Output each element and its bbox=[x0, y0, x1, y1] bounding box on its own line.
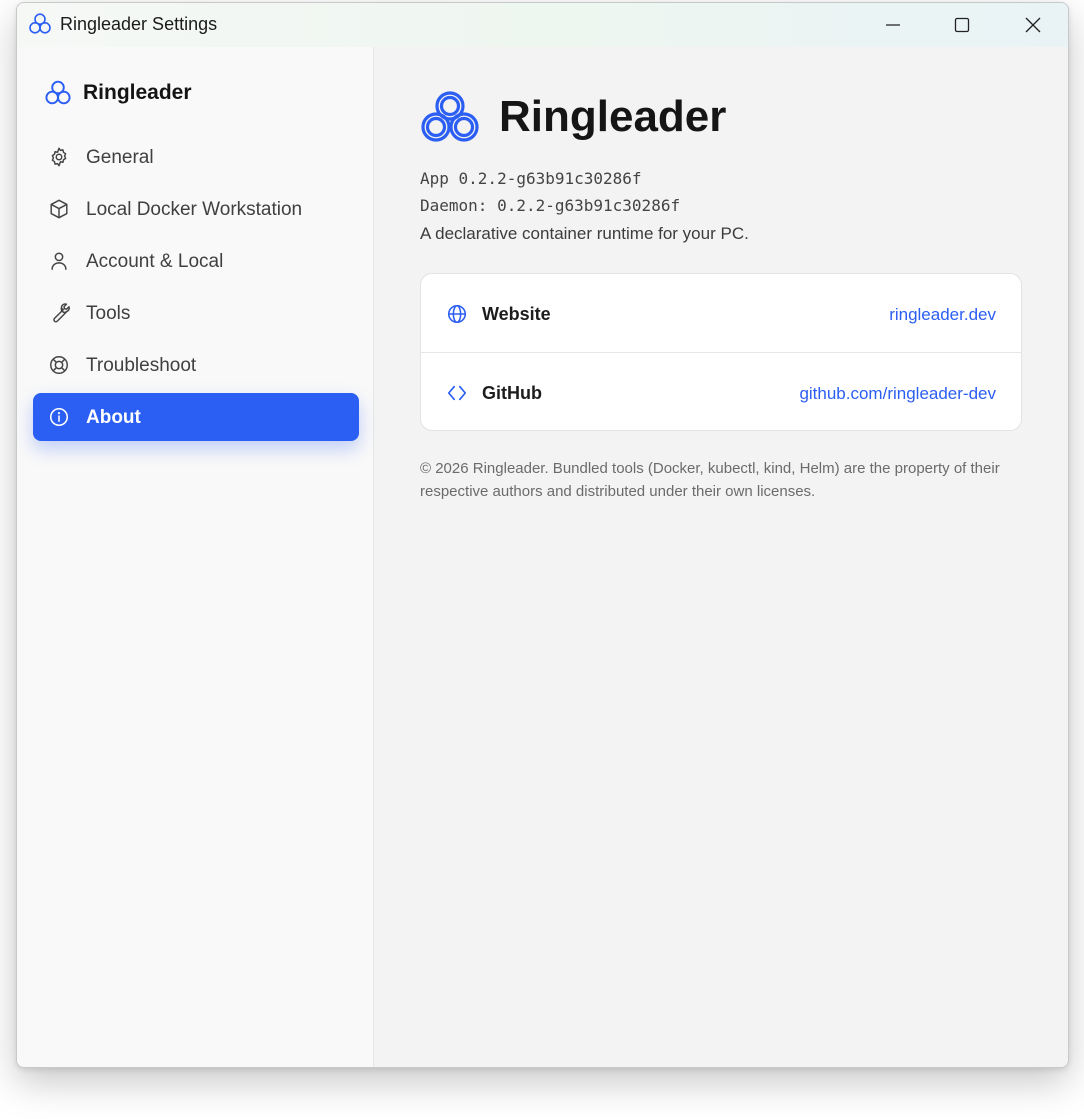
window-title: Ringleader Settings bbox=[60, 14, 218, 34]
sidebar-nav: General Local Docker Workstation Account… bbox=[33, 133, 359, 445]
sidebar-item-troubleshoot[interactable]: Troubleshoot bbox=[33, 341, 359, 389]
sidebar-item-label: Tools bbox=[86, 303, 131, 324]
about-header: Ringleader bbox=[419, 89, 726, 145]
maximize-icon bbox=[954, 17, 970, 33]
website-label: Website bbox=[482, 304, 551, 324]
sidebar-item-label: About bbox=[86, 407, 141, 428]
sidebar-brand: Ringleader bbox=[44, 79, 192, 107]
gear-icon bbox=[48, 146, 70, 168]
minimize-icon bbox=[886, 24, 900, 26]
sidebar-item-local-docker-workstation[interactable]: Local Docker Workstation bbox=[33, 185, 359, 233]
about-panel: Ringleader App 0.2.2-g63b91c30286f Daemo… bbox=[374, 47, 1068, 1067]
links-card: Website ringleader.dev GitHub github.com… bbox=[420, 273, 1022, 431]
sidebar-item-account-local[interactable]: Account & Local bbox=[33, 237, 359, 285]
sidebar-item-tools[interactable]: Tools bbox=[33, 289, 359, 337]
app-version: App 0.2.2-g63b91c30286f bbox=[420, 169, 642, 188]
app-description: A declarative container runtime for your… bbox=[420, 224, 749, 243]
wrench-icon bbox=[48, 302, 70, 324]
sidebar-item-general[interactable]: General bbox=[33, 133, 359, 181]
sidebar-item-label: Troubleshoot bbox=[86, 355, 197, 376]
legal-notice: © 2026 Ringleader. Bundled tools (Docker… bbox=[420, 460, 1000, 500]
website-row: Website ringleader.dev bbox=[421, 274, 1021, 351]
sidebar: Ringleader General Local Docker Workstat… bbox=[17, 47, 374, 1067]
sidebar-item-label: General bbox=[86, 147, 154, 168]
lifebuoy-icon bbox=[48, 354, 70, 376]
user-icon bbox=[48, 250, 70, 272]
sidebar-brand-name: Ringleader bbox=[83, 81, 192, 104]
website-link[interactable]: ringleader.dev bbox=[889, 305, 996, 325]
sidebar-item-label: Local Docker Workstation bbox=[86, 199, 303, 220]
app-logo-icon bbox=[29, 13, 51, 34]
title-bar[interactable]: Ringleader Settings bbox=[17, 3, 1068, 47]
close-button[interactable] bbox=[1010, 3, 1056, 47]
about-title: Ringleader bbox=[499, 92, 727, 141]
sidebar-item-label: Account & Local bbox=[86, 251, 224, 272]
brand-logo-icon bbox=[45, 80, 71, 105]
settings-window: Ringleader Settings Ringleader General L… bbox=[16, 2, 1069, 1068]
github-row: GitHub github.com/ringleader-dev bbox=[421, 352, 1021, 430]
info-icon bbox=[48, 406, 70, 428]
minimize-button[interactable] bbox=[870, 3, 916, 47]
sidebar-item-about[interactable]: About bbox=[33, 393, 359, 441]
cube-icon bbox=[48, 198, 70, 220]
code-icon bbox=[446, 382, 468, 404]
close-icon bbox=[1025, 17, 1041, 33]
github-label: GitHub bbox=[482, 383, 542, 403]
daemon-version: Daemon: 0.2.2-g63b91c30286f bbox=[420, 196, 681, 215]
globe-icon bbox=[446, 303, 468, 325]
maximize-button[interactable] bbox=[939, 3, 985, 47]
ringleader-logo-icon bbox=[421, 91, 479, 142]
github-link[interactable]: github.com/ringleader-dev bbox=[799, 384, 996, 404]
